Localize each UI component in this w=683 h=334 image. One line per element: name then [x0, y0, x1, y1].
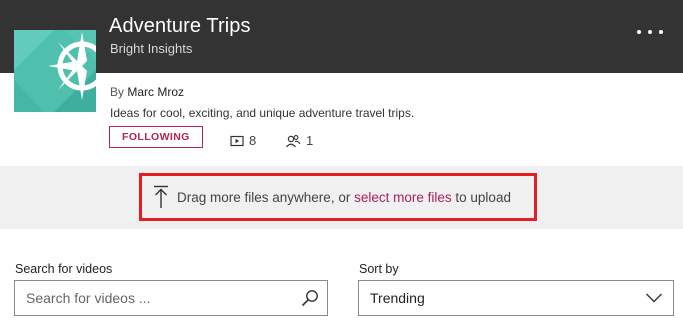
search-icon[interactable]	[301, 289, 319, 307]
upload-drop-zone[interactable]: Drag more files anywhere, or select more…	[0, 166, 683, 229]
author-line: By Marc Mroz	[110, 85, 184, 99]
sort-label: Sort by	[359, 262, 399, 276]
follower-count: 1	[285, 133, 313, 148]
channel-description: Ideas for cool, exciting, and unique adv…	[110, 106, 415, 120]
author-name[interactable]: Marc Mroz	[127, 85, 184, 99]
upload-text-after: to upload	[455, 189, 511, 205]
video-count-value: 8	[249, 133, 257, 148]
video-icon	[230, 135, 244, 146]
follower-count-value: 1	[306, 133, 314, 148]
followers-icon	[286, 134, 301, 147]
video-count: 8	[230, 133, 256, 148]
upload-text-before: Drag more files anywhere, or	[177, 189, 351, 205]
select-files-link[interactable]: select more files	[354, 190, 452, 205]
by-prefix: By	[110, 85, 125, 99]
upload-instructions: Drag more files anywhere, or select more…	[177, 190, 511, 205]
channel-info: By Marc Mroz Ideas for cool, exciting, a…	[0, 73, 683, 166]
channel-title: Adventure Trips	[109, 15, 251, 37]
upload-highlight: Drag more files anywhere, or select more…	[139, 173, 537, 221]
sort-dropdown[interactable]: Trending	[358, 280, 674, 316]
ellipsis-icon	[637, 30, 641, 34]
upload-arrow-icon	[154, 185, 168, 208]
sort-selected-value: Trending	[370, 290, 425, 306]
channel-subtitle: Bright Insights	[110, 41, 193, 56]
search-label: Search for videos	[15, 262, 113, 276]
more-options-button[interactable]	[637, 22, 663, 42]
chevron-down-icon	[646, 293, 662, 303]
following-button[interactable]: FOLLOWING	[109, 126, 203, 148]
search-box	[14, 280, 328, 316]
search-input[interactable]	[15, 290, 295, 306]
channel-logo	[14, 30, 96, 112]
compass-rose-icon	[14, 30, 96, 112]
channel-header: Adventure Trips Bright Insights	[0, 0, 683, 73]
